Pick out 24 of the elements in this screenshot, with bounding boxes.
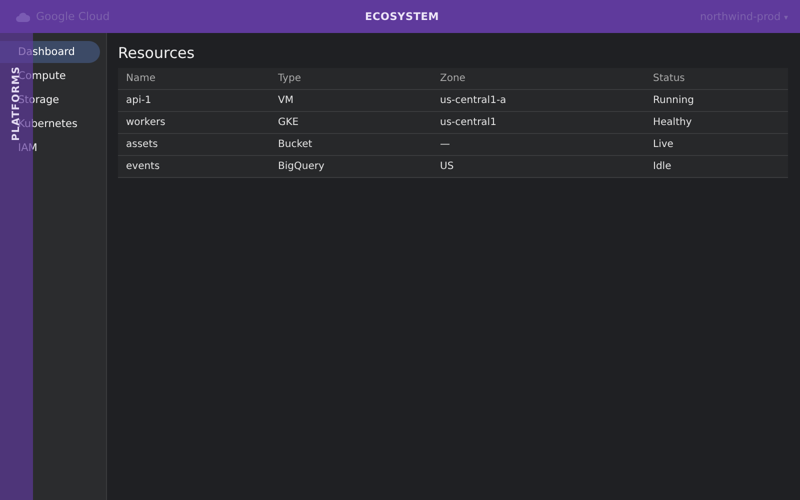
column-header: Status [652, 72, 686, 86]
table-cell-text: us-central1 [439, 116, 498, 130]
table-cell-text: workers [125, 116, 166, 130]
nav-item[interactable]: Dashboard [0, 41, 100, 63]
table-cell-text: events [125, 160, 161, 174]
table-cell-text: VM [277, 94, 294, 108]
table-cell-text: Idle [652, 160, 672, 174]
column-header: Name [125, 72, 157, 86]
overlay-title: ECOSYSTEM [364, 10, 440, 22]
table-cell-text: BigQuery [277, 160, 326, 174]
table-cell-text: GKE [277, 116, 300, 130]
column-header: Type [277, 72, 302, 86]
table-cell-text: api-1 [125, 94, 152, 108]
cloud-icon [16, 12, 30, 22]
table-cell-text: Live [652, 138, 674, 152]
table-cell-text: Running [652, 94, 695, 108]
table-cell-text: assets [125, 138, 159, 152]
table-cell-text: Bucket [277, 138, 314, 152]
page-title: Resources [118, 44, 196, 62]
table-cell-text: — [439, 138, 451, 152]
table-cell-text: Healthy [652, 116, 693, 130]
table-cell-text: us-central1-a [439, 94, 508, 108]
table-cell-text: US [439, 160, 455, 174]
column-header: Zone [439, 72, 466, 86]
